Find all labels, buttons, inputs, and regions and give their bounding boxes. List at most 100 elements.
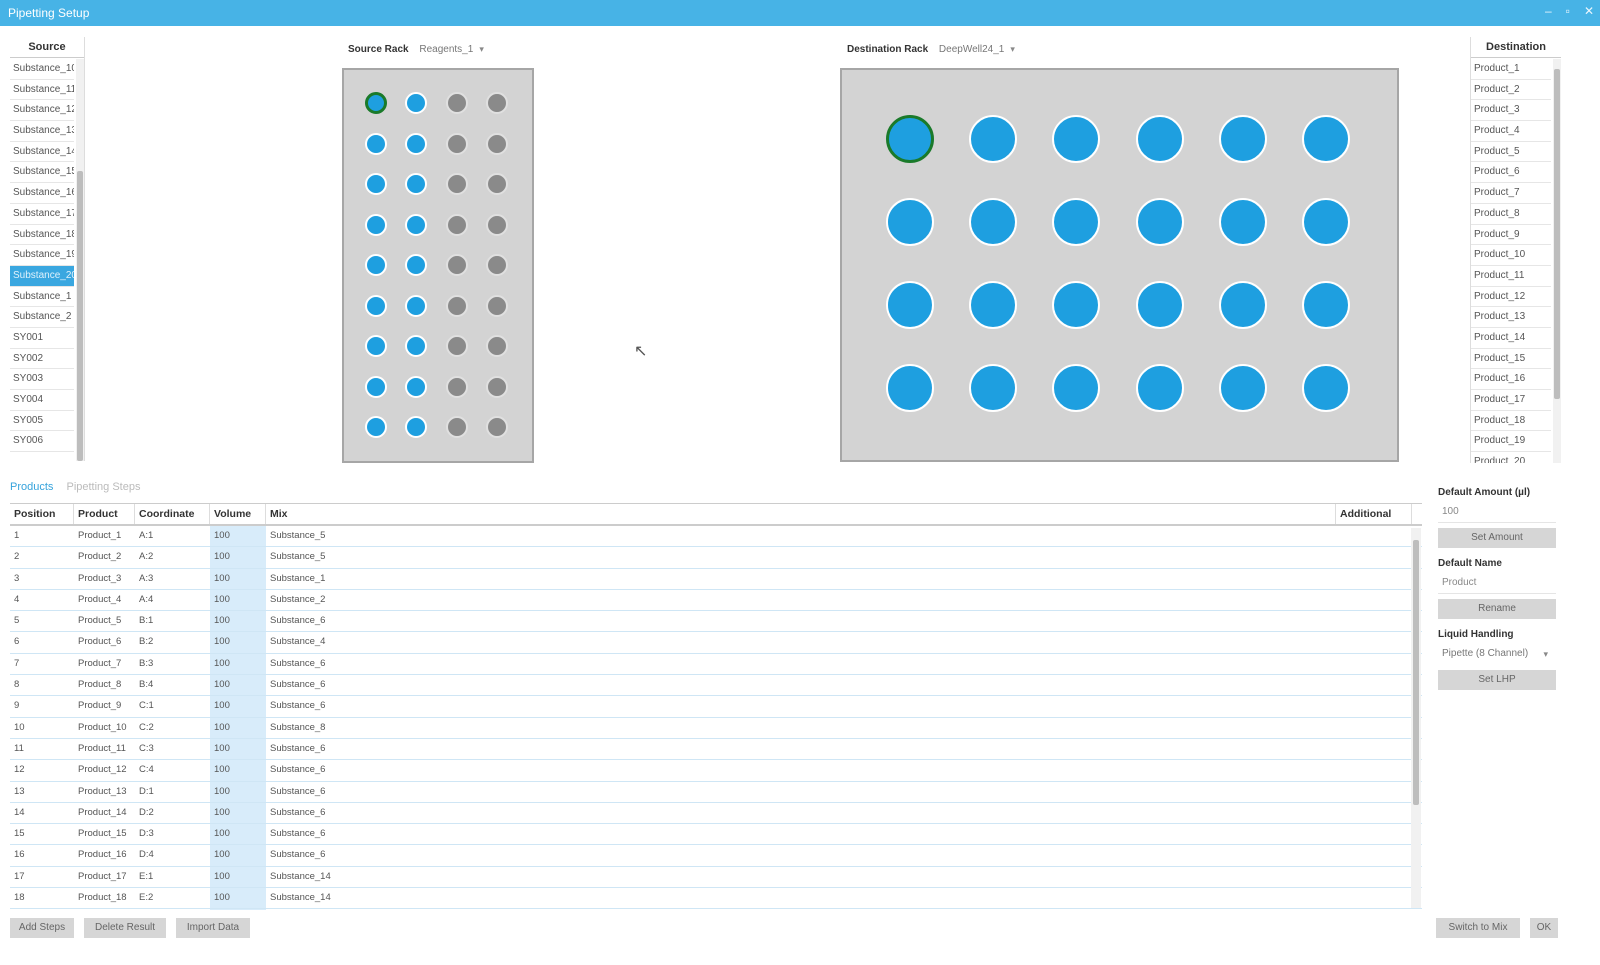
cell-volume[interactable]: 100 [210, 802, 266, 824]
source-rack-dropdown[interactable]: Reagents_1 ▾ [419, 44, 483, 55]
table-row[interactable]: 4 Product_4 A:4 100 Substance_2 [10, 589, 1422, 612]
rename-button[interactable]: Rename [1438, 599, 1556, 619]
source-list-item[interactable]: Substance_13 [10, 121, 74, 142]
source-well[interactable] [486, 375, 508, 398]
source-list-item[interactable]: SY005 [10, 411, 74, 432]
table-row[interactable]: 14 Product_14 D:2 100 Substance_6 [10, 802, 1422, 825]
source-well[interactable] [405, 254, 427, 276]
source-well[interactable] [446, 294, 468, 317]
destination-well[interactable] [886, 364, 934, 412]
close-icon[interactable]: ✕ [1584, 4, 1594, 18]
destination-list-item[interactable]: Product_7 [1471, 183, 1551, 204]
column-header-mix[interactable]: Mix [266, 504, 1336, 524]
destination-list-item[interactable]: Product_17 [1471, 390, 1551, 411]
source-list-item[interactable]: Substance_20 [10, 265, 74, 287]
source-list-item[interactable]: Substance_1 [10, 287, 74, 308]
source-well[interactable] [405, 173, 427, 195]
source-list-item[interactable]: Substance_12 [10, 100, 74, 122]
destination-list-item[interactable]: Product_15 [1471, 349, 1551, 370]
cell-volume[interactable]: 100 [210, 845, 266, 866]
destination-well[interactable] [1135, 364, 1184, 412]
default-name-input[interactable]: Product [1438, 573, 1556, 594]
destination-list-item[interactable]: Product_3 [1471, 100, 1551, 122]
source-scroll-thumb[interactable] [77, 171, 83, 461]
destination-well[interactable] [1302, 364, 1350, 412]
cell-volume[interactable]: 100 [210, 738, 266, 760]
default-amount-input[interactable]: 100 [1438, 502, 1556, 523]
set-amount-button[interactable]: Set Amount [1438, 528, 1556, 548]
source-well[interactable] [446, 335, 468, 357]
table-scrollbar[interactable] [1411, 528, 1421, 908]
source-well[interactable] [446, 375, 468, 398]
switch-button[interactable]: Switch to Mix [1436, 918, 1520, 938]
liquid-handling-dropdown[interactable]: Pipette (8 Channel) ▾ [1438, 644, 1556, 664]
source-well[interactable] [405, 213, 427, 236]
destination-rack-selector[interactable]: Destination Rack DeepWell24_1 ▾ [847, 44, 1015, 55]
table-row[interactable]: 10 Product_10 C:2 100 Substance_8 [10, 717, 1422, 739]
cell-volume[interactable]: 100 [210, 760, 266, 781]
cell-volume[interactable]: 100 [210, 611, 266, 632]
source-well[interactable] [446, 213, 468, 236]
column-header-position[interactable]: Position [10, 504, 74, 524]
table-row[interactable]: 18 Product_18 E:2 100 Substance_14 [10, 888, 1422, 910]
source-well[interactable] [405, 335, 427, 357]
destination-list-item[interactable]: Product_6 [1471, 162, 1551, 184]
tab-pipetting-steps[interactable]: Pipetting Steps [66, 481, 140, 493]
destination-well[interactable] [1218, 364, 1267, 412]
destination-list-item[interactable]: Product_19 [1471, 431, 1551, 453]
destination-list-item[interactable]: Product_1 [1471, 59, 1551, 80]
delete-result-button[interactable]: Delete Result [84, 918, 166, 938]
source-well[interactable] [365, 254, 387, 276]
cell-volume[interactable]: 100 [210, 632, 266, 653]
table-row[interactable]: 12 Product_12 C:4 100 Substance_6 [10, 760, 1422, 782]
table-row[interactable]: 5 Product_5 B:1 100 Substance_6 [10, 611, 1422, 633]
source-well[interactable] [405, 92, 427, 114]
destination-well[interactable] [1302, 281, 1350, 329]
table-row[interactable]: 7 Product_7 B:3 100 Substance_6 [10, 653, 1422, 676]
import-data-button[interactable]: Import Data [176, 918, 250, 938]
column-header-product[interactable]: Product [74, 504, 135, 524]
destination-list-item[interactable]: Product_4 [1471, 121, 1551, 142]
source-list-item[interactable]: Substance_10 [10, 59, 74, 80]
destination-well[interactable] [886, 115, 934, 163]
source-well[interactable] [486, 92, 508, 114]
cell-volume[interactable]: 100 [210, 717, 266, 738]
column-header-volume[interactable]: Volume [210, 504, 266, 524]
destination-well[interactable] [1135, 115, 1184, 163]
source-list-item[interactable]: Substance_18 [10, 225, 74, 246]
destination-well[interactable] [1052, 281, 1101, 329]
table-row[interactable]: 9 Product_9 C:1 100 Substance_6 [10, 696, 1422, 718]
maximize-icon[interactable]: ▫ [1566, 4, 1570, 18]
source-well[interactable] [365, 375, 387, 398]
table-scroll-thumb[interactable] [1413, 540, 1419, 805]
table-row[interactable]: 16 Product_16 D:4 100 Substance_6 [10, 845, 1422, 867]
source-list-item[interactable]: Substance_14 [10, 142, 74, 163]
source-list-item[interactable]: Substance_11 [10, 80, 74, 101]
cell-volume[interactable]: 100 [210, 526, 266, 547]
destination-list-item[interactable]: Product_5 [1471, 142, 1551, 163]
destination-well[interactable] [886, 281, 934, 329]
cell-volume[interactable]: 100 [210, 888, 266, 909]
cell-volume[interactable]: 100 [210, 781, 266, 802]
source-list-item[interactable]: SY003 [10, 369, 74, 390]
destination-list-item[interactable]: Product_12 [1471, 287, 1551, 308]
source-well[interactable] [486, 173, 508, 195]
destination-well[interactable] [1052, 115, 1101, 163]
source-well[interactable] [365, 294, 387, 317]
cell-volume[interactable]: 100 [210, 824, 266, 845]
destination-well[interactable] [969, 364, 1018, 412]
source-well[interactable] [365, 335, 387, 357]
destination-list-item[interactable]: Product_16 [1471, 369, 1551, 390]
destination-well[interactable] [1218, 281, 1267, 329]
source-well[interactable] [365, 213, 387, 236]
source-well[interactable] [446, 173, 468, 195]
destination-well[interactable] [1218, 115, 1267, 163]
source-list-item[interactable]: Substance_15 [10, 162, 74, 184]
destination-list-item[interactable]: Product_14 [1471, 328, 1551, 349]
destination-scroll-thumb[interactable] [1554, 69, 1560, 399]
source-list-item[interactable]: Substance_19 [10, 245, 74, 266]
source-well[interactable] [405, 416, 427, 438]
source-well[interactable] [486, 213, 508, 236]
table-row[interactable]: 1 Product_1 A:1 100 Substance_5 [10, 526, 1422, 548]
table-row[interactable]: 2 Product_2 A:2 100 Substance_5 [10, 547, 1422, 569]
